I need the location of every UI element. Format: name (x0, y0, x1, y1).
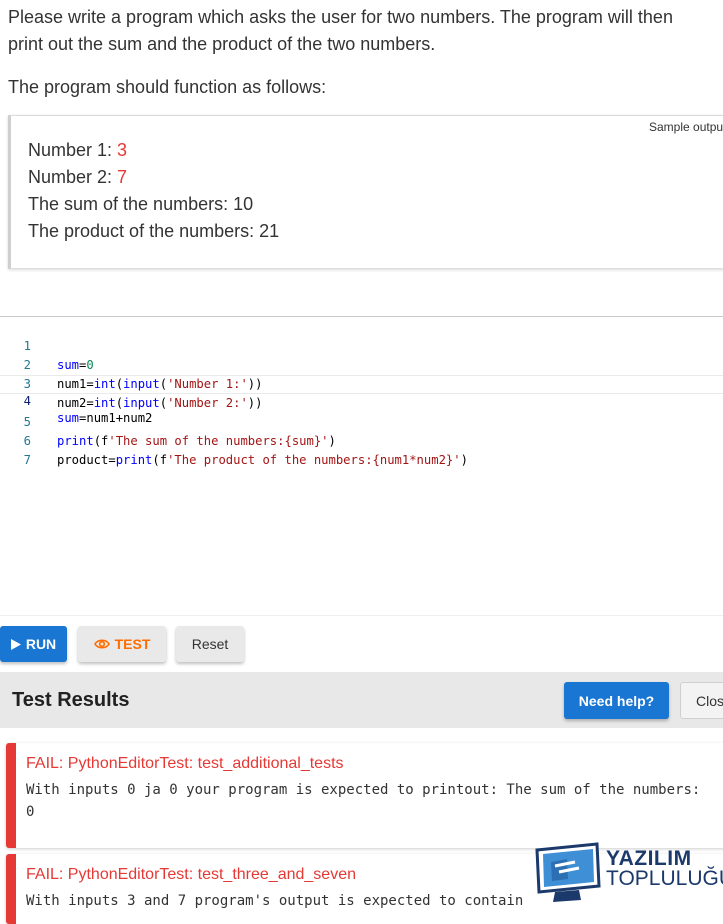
code-line[interactable]: 6 product=print(f'The product of the num… (0, 413, 723, 467)
code-line[interactable]: 7 (0, 432, 723, 467)
code-line[interactable]: 2 num1=int(input('Number 1:')) (0, 337, 723, 391)
sample-output-label: Sample outpu (649, 120, 723, 134)
code-line-active[interactable]: 4 sum=num1+num2 (0, 375, 723, 425)
failure-title: FAIL: PythonEditorTest: test_three_and_s… (26, 866, 356, 883)
play-icon (10, 638, 21, 650)
sample-input-value: 3 (117, 140, 128, 160)
code-editor[interactable]: 1 sum=0 2 num1=int(input('Number 1:')) 3… (0, 316, 723, 616)
code-line[interactable]: 3 num2=int(input('Number 2:')) (0, 356, 723, 410)
code-text[interactable]: product=print(f'The product of the numbe… (57, 451, 468, 470)
prompt-text-line-2: print out the sum and the product of the… (8, 34, 436, 54)
sample-input-value: 7 (117, 167, 128, 187)
code-line[interactable]: 1 sum=0 (0, 318, 723, 372)
reset-button[interactable]: Reset (176, 626, 244, 662)
prompt-text-line-1: Please write a program which asks the us… (8, 7, 673, 27)
reset-button-label: Reset (191, 636, 229, 652)
test-results-header: Test Results Need help? Clos (0, 672, 723, 728)
sample-output-lines: Number 1: 3 Number 2: 7 The sum of the n… (28, 137, 279, 245)
failure-title: FAIL: PythonEditorTest: test_additional_… (26, 755, 344, 772)
failure-message: With inputs 0 ja 0 your program is expec… (26, 782, 701, 820)
run-button[interactable]: RUN (0, 626, 67, 662)
sample-line: Number 1: 3 (28, 140, 128, 160)
sample-output-box: Sample outpu Number 1: 3 Number 2: 7 The… (8, 115, 723, 269)
watermark-text-line-2: TOPLULUĞU (606, 867, 723, 890)
prompt-text-line-3: The program should function as follows: (8, 77, 327, 97)
watermark-logo: YAZILIM TOPLULUĞU (531, 842, 723, 902)
monitor-logo-icon (535, 842, 601, 902)
sample-line: The product of the numbers: 21 (28, 221, 280, 241)
test-failure-card: FAIL: PythonEditorTest: test_additional_… (6, 743, 723, 848)
close-button[interactable]: Clos (680, 682, 723, 719)
sample-line: The sum of the numbers: 10 (28, 194, 254, 214)
sample-line: Number 2: 7 (28, 167, 128, 187)
code-line[interactable]: 5 print(f'The sum of the numbers:{sum}') (0, 394, 723, 448)
run-button-label: RUN (25, 636, 57, 652)
exercise-prompt: Please write a program which asks the us… (8, 4, 723, 101)
line-number: 7 (23, 453, 31, 467)
test-results-title: Test Results (12, 689, 130, 711)
eye-icon (93, 639, 110, 649)
test-button-label: TEST (114, 636, 151, 652)
test-button[interactable]: TEST (78, 626, 166, 662)
need-help-button[interactable]: Need help? (564, 682, 669, 719)
